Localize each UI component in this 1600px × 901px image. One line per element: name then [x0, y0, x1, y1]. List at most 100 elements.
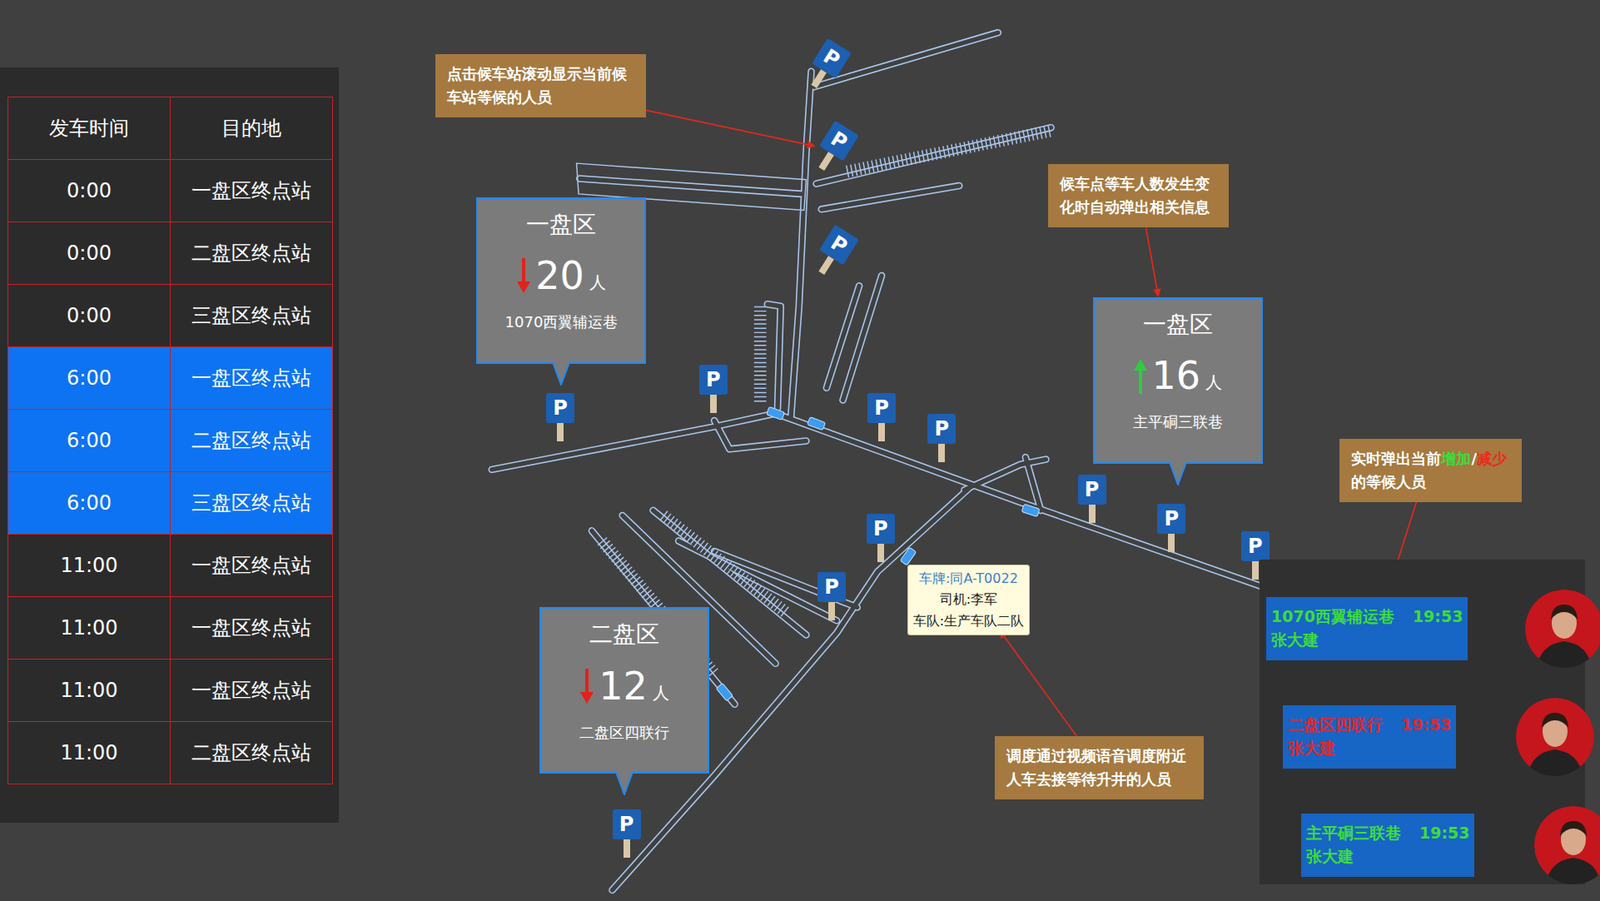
- station-location: 二盘区四联行: [579, 722, 670, 743]
- entry-location: 1070西翼辅运巷: [1271, 605, 1395, 629]
- pin-pole: [818, 255, 834, 275]
- table-row[interactable]: 11:00一盘区终点站: [8, 534, 333, 597]
- annotation-text: 点击候车站滚动显示当前候车站等候的人员: [447, 62, 635, 110]
- table-cell: 三盘区终点站: [170, 472, 333, 535]
- parking-icon: P: [612, 809, 641, 840]
- count-unit: 人: [1205, 371, 1223, 394]
- annotation-segment: 点击候车站滚动显示当前候车站等候的人员: [447, 64, 627, 106]
- avatar-photo: [1534, 805, 1600, 885]
- parking-pin[interactable]: P: [699, 364, 728, 413]
- parking-pin[interactable]: P: [867, 392, 896, 442]
- waiting-card: 1070西翼辅运巷19:53张大建: [1266, 596, 1468, 661]
- popup-pointer: [616, 771, 633, 796]
- pin-pole: [623, 839, 631, 858]
- waiting-entry[interactable]: 1070西翼辅运巷19:53张大建: [1259, 589, 1586, 668]
- station-location: 1070西翼辅运巷: [505, 312, 619, 333]
- person-icon: [1534, 805, 1600, 885]
- station-count-row: 16人: [1133, 354, 1223, 398]
- schedule-table: 发车时间目的地0:00一盘区终点站0:00二盘区终点站0:00三盘区终点站6:0…: [7, 96, 333, 785]
- entry-header: 主平硐三联巷19:53: [1306, 821, 1470, 845]
- waiting-entry[interactable]: 二盘区四联行19:53张大建: [1259, 697, 1586, 776]
- annotation-segment: 增加: [1440, 449, 1471, 468]
- table-row[interactable]: 6:00三盘区终点站: [8, 472, 333, 535]
- waiting-card: 主平硐三联巷19:53张大建: [1301, 813, 1475, 877]
- annotation-segment: 候车点等车人数发生变化时自动弹出相关信息: [1059, 174, 1210, 216]
- table-cell: 三盘区终点站: [170, 284, 333, 348]
- parking-icon: P: [817, 571, 846, 602]
- table-cell: 一盘区终点站: [170, 159, 333, 223]
- station-popup[interactable]: 一盘区16人主平硐三联巷: [1093, 297, 1263, 486]
- annotation-segment: /: [1470, 449, 1477, 468]
- pin-pole: [710, 394, 717, 413]
- table-cell: 二盘区终点站: [170, 222, 333, 285]
- parking-pin[interactable]: P: [927, 413, 956, 463]
- entry-location: 主平硐三联巷: [1306, 821, 1402, 845]
- station-area: 一盘区: [1142, 310, 1213, 339]
- parking-pin[interactable]: P: [866, 513, 895, 562]
- schedule-panel: 发车时间目的地0:00一盘区终点站0:00二盘区终点站0:00三盘区终点站6:0…: [0, 67, 339, 823]
- table-row[interactable]: 0:00三盘区终点站: [8, 284, 333, 348]
- parking-pin[interactable]: P: [546, 392, 575, 442]
- parking-pin[interactable]: P: [1078, 474, 1107, 523]
- station-popup[interactable]: 一盘区20人1070西翼辅运巷: [476, 197, 646, 386]
- parking-icon: P: [1078, 474, 1107, 505]
- station-area: 二盘区: [589, 620, 660, 649]
- annotation-text: 实时弹出当前增加/减少的等候人员: [1351, 447, 1510, 494]
- vehicle-plate: 车牌:同A-T0022: [913, 567, 1024, 590]
- entry-name: 张大建: [1287, 736, 1451, 761]
- table-row[interactable]: 0:00一盘区终点站: [8, 159, 333, 223]
- arrow-up-icon: [1133, 358, 1148, 394]
- column-header: 目的地: [170, 97, 333, 160]
- parking-icon: P: [867, 392, 896, 423]
- arrow-down-icon: [516, 258, 531, 294]
- table-cell: 11:00: [8, 596, 171, 660]
- waiting-count: 16: [1152, 354, 1202, 398]
- count-unit: 人: [589, 271, 607, 294]
- station-count-row: 20人: [516, 254, 607, 298]
- table-row[interactable]: 6:00一盘区终点站: [8, 347, 333, 410]
- table-row[interactable]: 11:00一盘区终点站: [8, 659, 333, 722]
- table-cell: 11:00: [8, 659, 171, 722]
- annotation-text: 调度通过视频语音调度附近人车去接等待升井的人员: [1006, 744, 1193, 791]
- annotation-segment: 的等候人员: [1351, 472, 1427, 491]
- pin-pole: [828, 601, 835, 621]
- table-header: 发车时间目的地: [8, 97, 333, 160]
- table-row[interactable]: 6:00二盘区终点站: [8, 409, 333, 473]
- schedule-column: 发车时间目的地0:00一盘区终点站0:00二盘区终点站0:00三盘区终点站6:0…: [0, 0, 339, 823]
- avatar-photo: [1525, 589, 1600, 668]
- table-row[interactable]: 11:00二盘区终点站: [8, 721, 333, 785]
- pin-pole: [877, 543, 885, 562]
- table-row[interactable]: 11:00一盘区终点站: [8, 596, 333, 660]
- annotation-note: 候车点等车人数发生变化时自动弹出相关信息: [1048, 163, 1229, 228]
- parking-pin[interactable]: P: [1157, 503, 1186, 552]
- parking-icon: P: [1157, 503, 1186, 534]
- annotation-segment: 减少: [1476, 449, 1507, 468]
- parking-icon: P: [866, 513, 895, 544]
- popup-pointer: [552, 362, 570, 386]
- pin-pole: [556, 422, 564, 442]
- parking-pin[interactable]: P: [809, 224, 860, 281]
- table-cell: 6:00: [8, 472, 171, 535]
- entry-header: 二盘区四联行19:53: [1287, 713, 1451, 737]
- table-cell: 二盘区终点站: [170, 409, 333, 473]
- waiting-count: 20: [535, 254, 585, 298]
- table-cell: 二盘区终点站: [170, 721, 333, 785]
- person-icon: [1525, 589, 1600, 668]
- pin-pole: [810, 69, 826, 89]
- table-row[interactable]: 0:00二盘区终点站: [8, 222, 333, 285]
- annotation-segment: 调度通过视频语音调度附近人车去接等待升井的人员: [1006, 746, 1187, 788]
- vehicle-fleet: 车队:生产车队二队: [913, 610, 1024, 632]
- entry-time: 19:53: [1401, 713, 1451, 737]
- pin-pole: [1088, 504, 1096, 523]
- parking-icon: P: [819, 120, 860, 162]
- annotation-note: 实时弹出当前增加/减少的等候人员: [1339, 438, 1521, 502]
- parking-pin[interactable]: P: [612, 809, 641, 858]
- station-popup[interactable]: 二盘区12人二盘区四联行: [539, 606, 710, 796]
- table-cell: 6:00: [8, 409, 171, 473]
- parking-icon: P: [819, 224, 860, 266]
- arrow-down-icon: [580, 668, 594, 704]
- parking-pin[interactable]: P: [817, 571, 846, 621]
- waiting-entry[interactable]: 主平硐三联巷19:53张大建: [1259, 805, 1586, 885]
- table-cell: 一盘区终点站: [170, 534, 333, 597]
- table-cell: 0:00: [8, 159, 171, 223]
